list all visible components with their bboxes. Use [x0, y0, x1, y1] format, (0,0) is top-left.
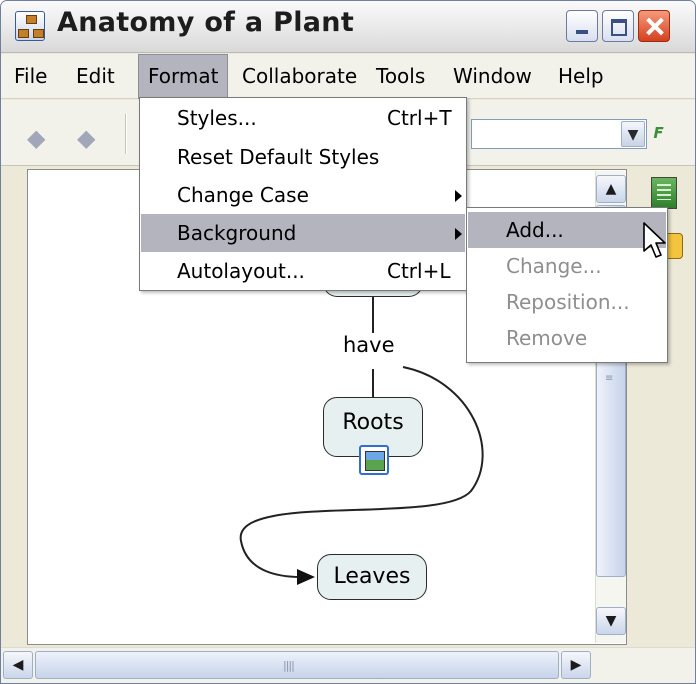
submenu-item-remove: Remove: [506, 326, 588, 350]
submenu-item-add[interactable]: Add...: [468, 212, 666, 248]
concept-node-leaves[interactable]: Leaves: [317, 554, 427, 600]
menu-item-background[interactable]: Background: [141, 214, 465, 252]
menu-item-styles[interactable]: Styles... Ctrl+T: [141, 99, 465, 137]
submenu-item-reposition: Reposition...: [506, 290, 630, 314]
menu-item-change-case[interactable]: Change Case: [141, 176, 465, 214]
submenu-item-change: Change...: [506, 254, 602, 278]
submenu-arrow-icon: [455, 228, 462, 240]
background-submenu: Add... Change... Reposition... Remove: [466, 207, 668, 363]
application-window: Anatomy of a Plant File Edit Format Coll…: [0, 0, 696, 684]
submenu-arrow-icon: [455, 190, 462, 202]
image-icon[interactable]: [359, 445, 389, 475]
mouse-cursor-icon: [643, 222, 666, 258]
link-label[interactable]: have: [341, 333, 397, 357]
menu-item-autolayout[interactable]: Autolayout... Ctrl+L: [141, 252, 465, 290]
menu-item-reset-default-styles[interactable]: Reset Default Styles: [141, 138, 465, 176]
arrowhead: [297, 569, 315, 585]
format-menu: Styles... Ctrl+T Reset Default Styles Ch…: [139, 97, 467, 291]
